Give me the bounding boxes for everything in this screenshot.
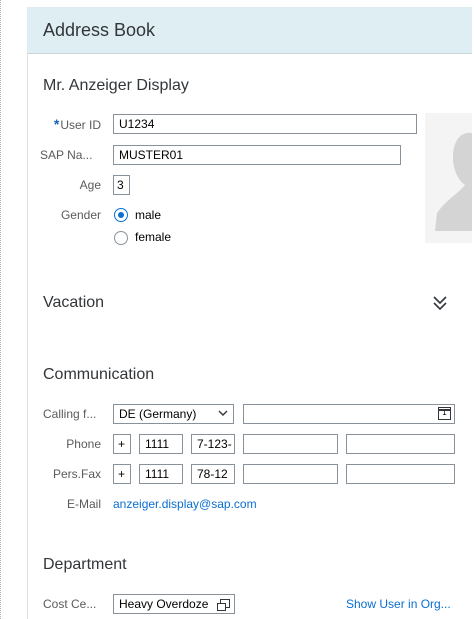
gender-male-radio[interactable] xyxy=(114,208,128,222)
left-border xyxy=(0,0,7,619)
phone-number-input[interactable]: 7-123- xyxy=(191,434,235,454)
sap-name-label: SAP Na... xyxy=(40,148,93,162)
gender-male-label: male xyxy=(135,208,162,222)
fax-number-input[interactable]: 78-12 xyxy=(191,464,235,484)
calling-country-value: DE (Germany) xyxy=(119,407,197,421)
cost-center-input[interactable]: Heavy Overdoze xyxy=(113,594,235,614)
avatar-silhouette-icon xyxy=(425,113,472,243)
age-label: Age xyxy=(79,178,101,192)
age-input[interactable]: 3 xyxy=(113,175,130,195)
calling-country-select[interactable]: DE (Germany) xyxy=(113,404,234,424)
phone-extra-input[interactable] xyxy=(346,434,455,454)
communication-section-title: Communication xyxy=(43,366,155,383)
required-marker: * xyxy=(53,116,60,132)
display-section-title: Mr. Anzeiger Display xyxy=(43,77,189,94)
phone-plus: + xyxy=(113,434,131,454)
calling-date-input[interactable]: 1 xyxy=(243,404,455,424)
calling-from-label: Calling f... xyxy=(43,407,97,421)
fax-extension-input[interactable] xyxy=(243,464,338,484)
user-id-label-text: User ID xyxy=(60,118,101,132)
value-help-icon[interactable] xyxy=(217,599,230,611)
email-label: E-Mail xyxy=(66,497,101,511)
cost-center-label: Cost Ce... xyxy=(43,597,97,611)
user-id-input[interactable]: U1234 xyxy=(113,114,417,134)
cost-center-value: Heavy Overdoze xyxy=(119,597,209,611)
pers-fax-label: Pers.Fax xyxy=(52,467,101,481)
user-photo-placeholder xyxy=(425,113,472,243)
gender-female-label: female xyxy=(135,230,172,244)
user-id-label: *User ID xyxy=(40,116,101,132)
double-chevron-down-icon[interactable] xyxy=(432,295,448,311)
sap-name-input[interactable]: MUSTER01 xyxy=(113,145,401,165)
chevron-down-icon xyxy=(218,408,228,420)
fax-extra-input[interactable] xyxy=(346,464,455,484)
page-title: Address Book xyxy=(43,20,156,40)
header-bar: Address Book xyxy=(27,7,472,54)
phone-country-code-input[interactable]: 1111 xyxy=(139,434,183,454)
vacation-section-title: Vacation xyxy=(43,294,105,311)
show-user-in-org-link[interactable]: Show User in Org... xyxy=(346,597,451,611)
department-section-title: Department xyxy=(43,556,127,573)
phone-extension-input[interactable] xyxy=(243,434,338,454)
calendar-icon[interactable]: 1 xyxy=(438,407,451,420)
gender-female-radio[interactable] xyxy=(114,231,128,245)
fax-country-code-input[interactable]: 1111 xyxy=(139,464,183,484)
gender-label: Gender xyxy=(60,208,101,222)
phone-label: Phone xyxy=(66,437,101,451)
address-book-panel xyxy=(27,7,473,619)
email-link[interactable]: anzeiger.display@sap.com xyxy=(113,497,257,511)
fax-plus: + xyxy=(113,464,131,484)
